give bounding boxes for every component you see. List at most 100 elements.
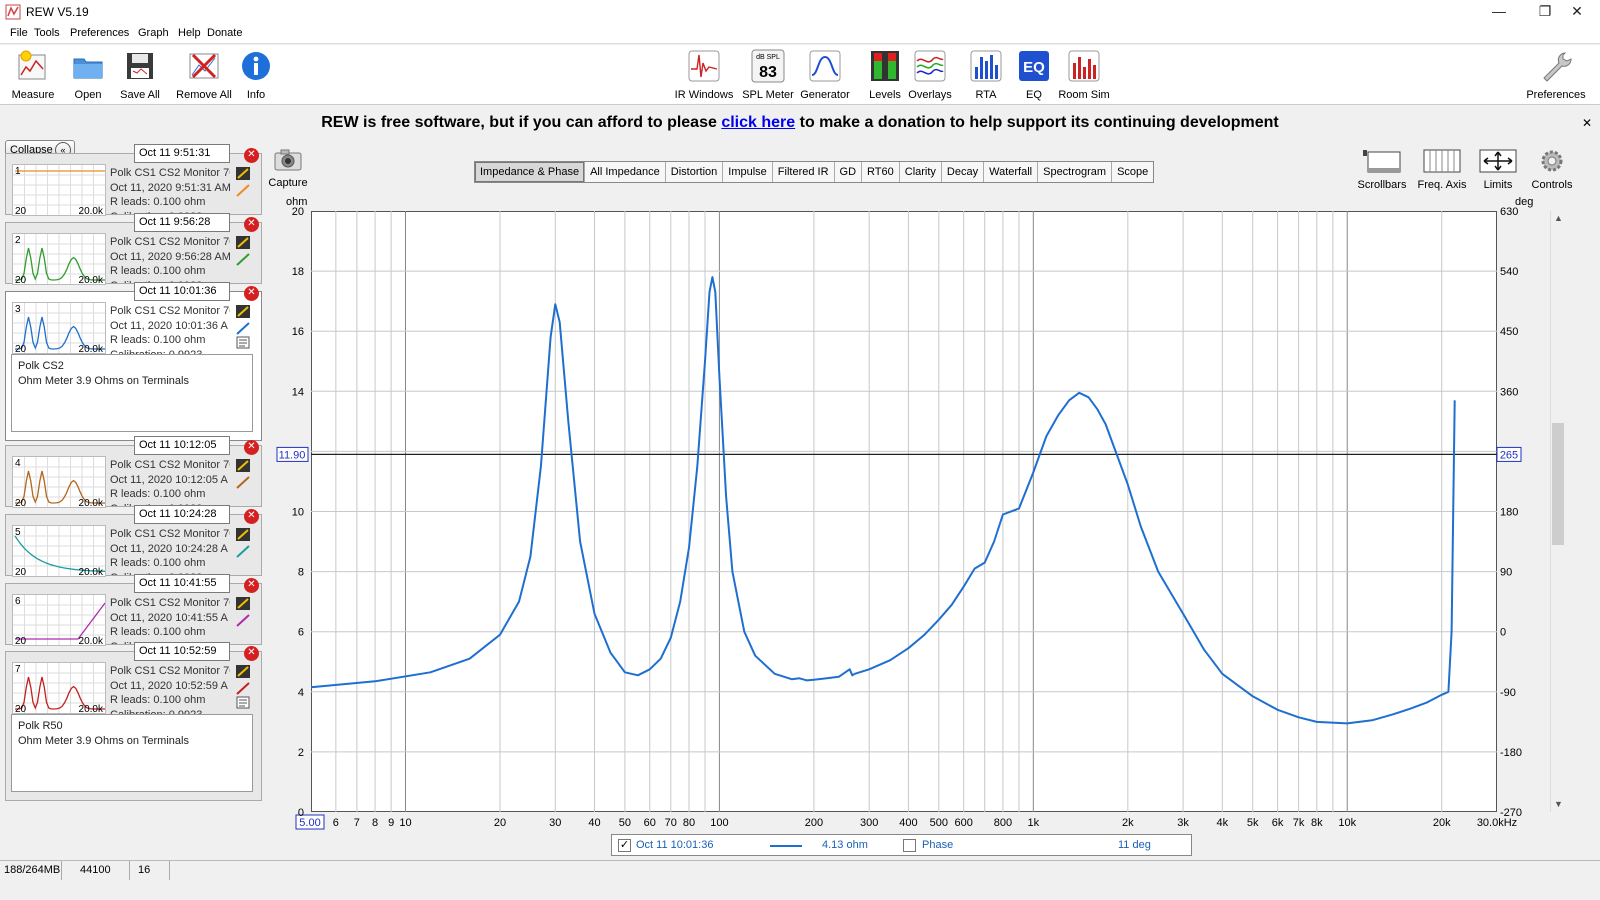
measurement-name-field[interactable]: Oct 11 9:51:31 [134, 144, 230, 163]
generator-button[interactable]: Generator [794, 49, 856, 103]
plot-area[interactable] [311, 211, 1497, 812]
measurement-info-line: Oct 11, 2020 10:41:55 A [110, 611, 228, 624]
measurement-panel[interactable]: Oct 11 10:12:05 ✕ 4 20 20.0k Polk CS1 CS2 Mon… [5, 436, 262, 509]
capture-button[interactable]: Capture [266, 148, 310, 192]
measurement-panel[interactable]: Oct 11 10:01:36 ✕ 3 20 20.0k Polk CS1 CS2 Mon… [5, 282, 262, 441]
delete-measurement-icon[interactable]: ✕ [244, 509, 259, 524]
ir-windows-button[interactable]: IR Windows [666, 49, 742, 103]
room-sim-button[interactable]: Room Sim [1056, 49, 1112, 103]
edit-measurement-icon[interactable] [236, 305, 250, 318]
measurement-thumbnail[interactable]: 1 20 20.0k [12, 164, 106, 217]
measurement-thumbnail[interactable]: 4 20 20.0k [12, 456, 106, 509]
eq-button[interactable]: EQ EQ [1014, 49, 1054, 103]
menu-tools[interactable]: Tools [34, 27, 60, 39]
remove-all-button[interactable]: Remove All [174, 49, 234, 103]
freq-axis-button[interactable]: Freq. Axis [1418, 148, 1466, 192]
tab-filtered-ir[interactable]: Filtered IR [773, 162, 835, 182]
info-button[interactable]: Info [238, 49, 274, 103]
menu-help[interactable]: Help [178, 27, 201, 39]
edit-measurement-icon[interactable] [236, 665, 250, 678]
measurement-name-field[interactable]: Oct 11 10:41:55 [134, 574, 230, 593]
measurement-thumbnail[interactable]: 7 20 20.0k [12, 662, 106, 715]
scrollbars-button[interactable]: Scrollbars [1358, 148, 1406, 192]
measurement-notes[interactable]: Polk R50 Ohm Meter 3.9 Ohms on Terminals [11, 714, 253, 792]
tab-waterfall[interactable]: Waterfall [984, 162, 1039, 182]
delete-measurement-icon[interactable]: ✕ [244, 286, 259, 301]
delete-measurement-icon[interactable]: ✕ [244, 148, 259, 163]
thumbnail-x-start: 20 [15, 275, 27, 286]
menu-preferences[interactable]: Preferences [70, 27, 129, 39]
measurement-name-field[interactable]: Oct 11 10:12:05 [134, 436, 230, 455]
donate-link[interactable]: click here [721, 114, 795, 131]
levels-icon [871, 51, 899, 81]
open-button[interactable]: Open [66, 49, 110, 103]
measure-button[interactable]: Measure [8, 49, 58, 103]
tab-scope[interactable]: Scope [1112, 162, 1153, 182]
notes-icon[interactable] [236, 336, 250, 349]
series-visible-checkbox[interactable]: ✓ [618, 839, 631, 852]
tab-gd[interactable]: GD [835, 162, 863, 182]
delete-measurement-icon[interactable]: ✕ [244, 646, 259, 661]
tab-decay[interactable]: Decay [942, 162, 985, 182]
menu-graph[interactable]: Graph [138, 27, 169, 39]
chart-legend: ✓ Oct 11 10:01:36 4.13 ohm Phase 11 deg [611, 834, 1192, 856]
scrollbar-thumb[interactable] [1552, 423, 1564, 545]
notes-icon[interactable] [236, 696, 250, 709]
trace-color-icon[interactable] [236, 253, 250, 266]
edit-measurement-icon[interactable] [236, 597, 250, 610]
phase-visible-checkbox[interactable] [903, 839, 916, 852]
measurement-panel[interactable]: Oct 11 9:56:28 ✕ 2 20 20.0k Polk CS1 CS2 Moni… [5, 213, 262, 286]
preferences-button[interactable]: Preferences [1520, 49, 1592, 103]
overlays-button[interactable]: Overlays [904, 49, 956, 103]
measurement-thumbnail[interactable]: 6 20 20.0k [12, 594, 106, 647]
trace-color-icon[interactable] [236, 476, 250, 489]
close-window-button[interactable]: ✕ [1554, 0, 1600, 24]
measurement-panel[interactable]: Oct 11 9:51:31 ✕ 1 20 20.0k Polk CS1 CS2 Moni… [5, 144, 262, 217]
menu-file[interactable]: File [10, 27, 28, 39]
save-all-button[interactable]: Save All [116, 49, 164, 103]
tab-impedance-phase[interactable]: Impedance & Phase [475, 162, 586, 182]
minimize-button[interactable]: — [1476, 0, 1522, 24]
trace-color-icon[interactable] [236, 545, 250, 558]
limits-button[interactable]: Limits [1476, 148, 1520, 192]
tab-spectrogram[interactable]: Spectrogram [1038, 162, 1113, 182]
trace-color-icon[interactable] [236, 614, 250, 627]
measurement-panel[interactable]: Oct 11 10:41:55 ✕ 6 20 20.0k Polk CS1 CS2 Mon… [5, 574, 262, 647]
menu-donate[interactable]: Donate [207, 27, 242, 39]
tab-rt60[interactable]: RT60 [862, 162, 900, 182]
trace-color-icon[interactable] [236, 184, 250, 197]
scroll-up-arrow-icon[interactable]: ▲ [1551, 211, 1566, 226]
measurement-thumbnail[interactable]: 2 20 20.0k [12, 233, 106, 286]
measurement-notes[interactable]: Polk CS2 Ohm Meter 3.9 Ohms on Terminals [11, 354, 253, 432]
measurement-panel[interactable]: Oct 11 10:24:28 ✕ 5 20 20.0k Polk CS1 CS2 Mon… [5, 505, 262, 578]
trace-color-icon[interactable] [236, 322, 250, 335]
thumbnail-x-end: 20.0k [78, 206, 103, 217]
measurement-panel[interactable]: Oct 11 10:52:59 ✕ 7 20 20.0k Polk CS1 CS2 Mon… [5, 642, 262, 801]
measurement-name-field[interactable]: Oct 11 10:01:36 [134, 282, 230, 301]
edit-measurement-icon[interactable] [236, 459, 250, 472]
levels-button[interactable]: Levels [860, 49, 910, 103]
edit-measurement-icon[interactable] [236, 528, 250, 541]
tab-all-impedance[interactable]: All Impedance [585, 162, 666, 182]
spl-meter-button[interactable]: dB SPL 83 SPL Meter [738, 49, 798, 103]
x-tick-label: 5k [1247, 817, 1259, 829]
tab-impulse[interactable]: Impulse [723, 162, 773, 182]
controls-button[interactable]: Controls [1530, 148, 1574, 192]
delete-measurement-icon[interactable]: ✕ [244, 217, 259, 232]
close-banner-icon[interactable]: ✕ [1582, 107, 1592, 139]
measurement-thumbnail[interactable]: 3 20 20.0k [12, 302, 106, 355]
delete-measurement-icon[interactable]: ✕ [244, 578, 259, 593]
scroll-down-arrow-icon[interactable]: ▼ [1551, 797, 1566, 812]
rta-button[interactable]: RTA [966, 49, 1006, 103]
tab-clarity[interactable]: Clarity [900, 162, 942, 182]
delete-measurement-icon[interactable]: ✕ [244, 440, 259, 455]
measurement-thumbnail[interactable]: 5 20 20.0k [12, 525, 106, 578]
measurement-name-field[interactable]: Oct 11 10:52:59 [134, 642, 230, 661]
edit-measurement-icon[interactable] [236, 236, 250, 249]
measurement-name-field[interactable]: Oct 11 9:56:28 [134, 213, 230, 232]
trace-color-icon[interactable] [236, 682, 250, 695]
edit-measurement-icon[interactable] [236, 167, 250, 180]
tab-distortion[interactable]: Distortion [666, 162, 724, 182]
vertical-scrollbar[interactable]: ▲ ▼ [1550, 211, 1565, 812]
measurement-name-field[interactable]: Oct 11 10:24:28 [134, 505, 230, 524]
